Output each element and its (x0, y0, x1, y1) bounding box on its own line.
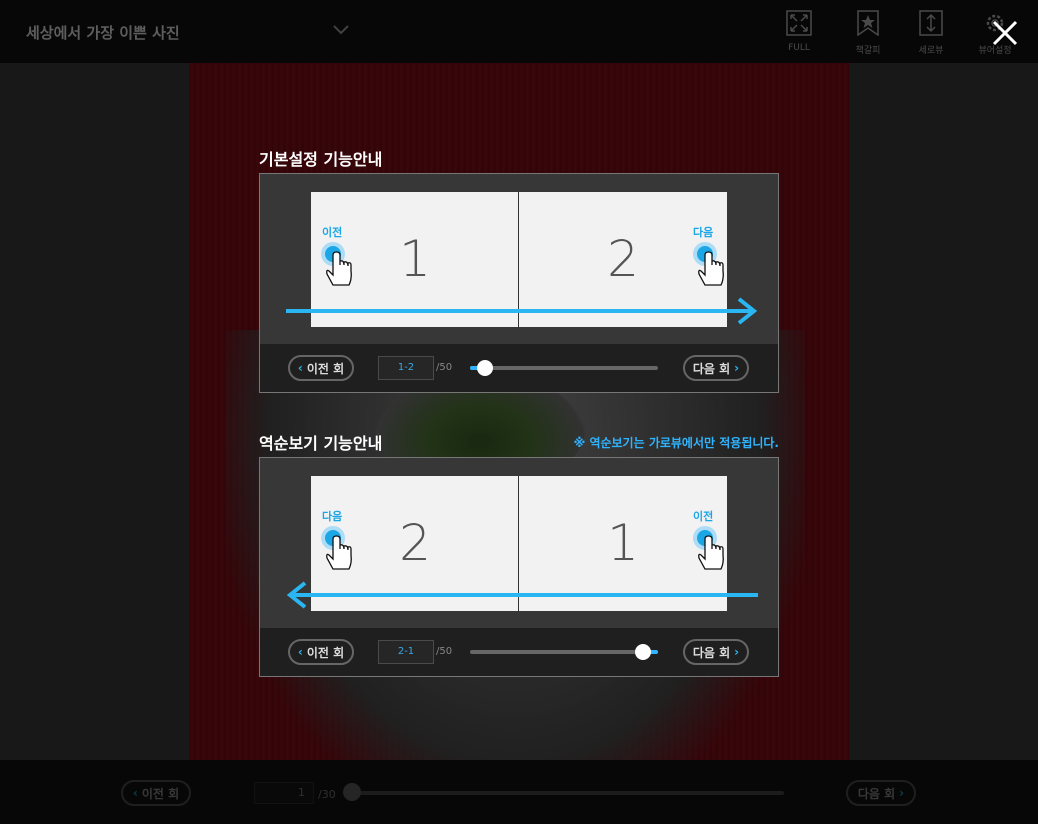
basic-guide-panel: 1 2 이전 다음 ‹ 이전 회 1-2 /50 다음 회 › (259, 173, 779, 393)
reverse-guide-heading: 역순보기 기능안내 (259, 434, 383, 453)
tap-label-left: 다음 (322, 510, 343, 523)
page-slider-track[interactable] (470, 360, 658, 376)
prev-episode-button[interactable]: ‹ 이전 회 (288, 355, 354, 381)
page-slider-track[interactable] (470, 644, 658, 660)
button-label: 다음 회 (692, 361, 731, 376)
chevron-left-icon: ‹ (297, 361, 303, 375)
page-slider-thumb[interactable] (634, 644, 651, 660)
button-label: 이전 회 (306, 361, 345, 376)
page-number-input[interactable]: 2-1 (378, 640, 434, 664)
guide-controls: ‹ 이전 회 1-2 /50 다음 회 › (260, 344, 778, 392)
tap-hand-icon (321, 526, 352, 570)
next-episode-button[interactable]: 다음 회 › (683, 639, 749, 665)
chevron-right-icon: › (734, 361, 740, 375)
page-number-input[interactable]: 1-2 (378, 356, 434, 380)
viewer-screen: 세상에서 가장 이쁜 사진 FULL 책갈피 세로뷰 뷰어설정 ‹ 이전 회 1 … (0, 0, 1038, 824)
button-label: 다음 회 (692, 645, 731, 660)
button-label: 이전 회 (306, 645, 345, 660)
guide-controls: ‹ 이전 회 2-1 /50 다음 회 › (260, 628, 778, 676)
chevron-right-icon: › (734, 645, 740, 659)
reverse-guide-note: ※ 역순보기는 가로뷰에서만 적용됩니다. (573, 436, 779, 450)
tap-hand-icon (693, 526, 724, 570)
tap-label-right: 이전 (693, 510, 714, 523)
arrow-left-icon (286, 581, 758, 609)
close-icon[interactable] (990, 18, 1020, 48)
basic-guide-heading: 기본설정 기능안내 (259, 150, 383, 169)
page-total: /50 (436, 646, 453, 657)
page-slider-thumb[interactable] (477, 360, 494, 376)
arrow-right-icon (286, 297, 758, 325)
prev-episode-button[interactable]: ‹ 이전 회 (288, 639, 354, 665)
tap-label-left: 이전 (322, 226, 343, 239)
guide-overlay-backdrop[interactable] (0, 0, 1038, 824)
page-total: /50 (436, 362, 453, 373)
tap-label-right: 다음 (693, 226, 714, 239)
reverse-guide-panel: 2 1 다음 이전 ‹ 이전 회 2-1 /50 다음 회 › (259, 457, 779, 677)
tap-hand-icon (321, 242, 352, 286)
chevron-left-icon: ‹ (297, 645, 303, 659)
tap-hand-icon (693, 242, 724, 286)
next-episode-button[interactable]: 다음 회 › (683, 355, 749, 381)
